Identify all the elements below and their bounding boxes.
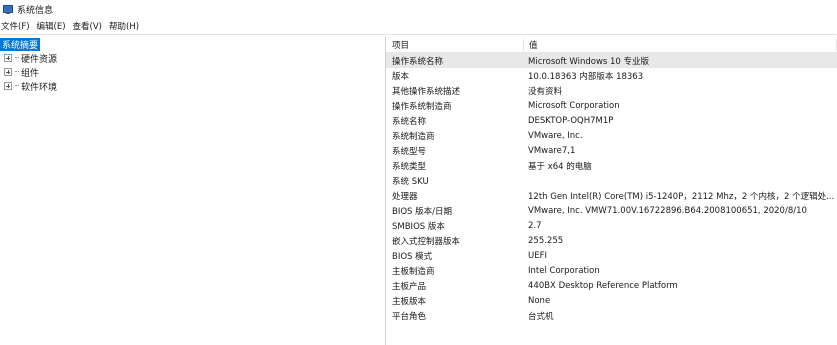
table-header: 项目 值 [386, 37, 837, 53]
tree-item-components[interactable]: 组件 [0, 65, 385, 79]
table-row[interactable]: BIOS 版本/日期 VMware, Inc. VMW71.00V.1672289… [386, 203, 837, 218]
table-body: 操作系统名称 Microsoft Windows 10 专业版版本 10.0.183… [386, 53, 837, 323]
tree-item-label: 组件 [21, 68, 40, 79]
row-value: 440BX Desktop Reference Platform [528, 280, 678, 291]
row-item: 主板版本 [392, 296, 427, 307]
row-value: 255.255 [528, 235, 564, 246]
row-value: 基于 x64 的电脑 [528, 161, 592, 172]
system-info-icon [3, 4, 13, 14]
row-item: 系统制造商 [392, 131, 435, 142]
table-row[interactable]: 系统 SKU [386, 173, 837, 188]
table-row[interactable]: 嵌入式控制器版本 255.255 [386, 233, 837, 248]
row-value: 台式机 [528, 311, 554, 322]
table-row[interactable]: 系统名称 DESKTOP-OQH7M1P [386, 113, 837, 128]
title-bar: 系统信息 [0, 0, 837, 18]
tree-item-software[interactable]: 软件环境 [0, 79, 385, 93]
row-item: 嵌入式控制器版本 [392, 236, 461, 247]
tree-connector [15, 85, 19, 87]
row-item: 版本 [392, 71, 410, 82]
category-tree: 系统摘要 硬件资源 组件 软件环境 [0, 37, 385, 345]
table-row[interactable]: 平台角色 台式机 [386, 308, 837, 323]
row-item: 系统型号 [392, 146, 427, 157]
menu-bar: 文件(F) 编辑(E) 查看(V) 帮助(H) [0, 19, 143, 32]
row-value: UEFI [528, 250, 547, 261]
tree-item-hardware[interactable]: 硬件资源 [0, 51, 385, 65]
window-title: 系统信息 [17, 5, 54, 16]
row-item: 系统类型 [392, 161, 427, 172]
row-item: 处理器 [392, 191, 418, 202]
expand-icon[interactable] [4, 68, 12, 76]
menu-file[interactable]: 文件(F) [0, 20, 34, 32]
row-value: None [528, 295, 551, 306]
table-row[interactable]: 其他操作系统描述 没有资料 [386, 83, 837, 98]
row-item: 操作系统名称 [392, 56, 444, 67]
table-row[interactable]: 主板产品 440BX Desktop Reference Platform [386, 278, 837, 293]
row-value: 12th Gen Intel(R) Core(TM) i5-1240P，2112… [528, 191, 835, 202]
table-row[interactable]: 操作系统制造商 Microsoft Corporation [386, 98, 837, 113]
table-row[interactable]: 操作系统名称 Microsoft Windows 10 专业版 [386, 53, 837, 68]
details-table: 项目 值 操作系统名称 Microsoft Windows 10 专业版版本 10.… [386, 37, 837, 323]
row-item: 系统 SKU [392, 176, 429, 187]
table-row[interactable]: 系统制造商 VMware, Inc. [386, 128, 837, 143]
column-header-value[interactable]: 值 [524, 38, 837, 51]
tree-item-label: 硬件资源 [21, 54, 58, 65]
table-row[interactable]: 主板制造商 Intel Corporation [386, 263, 837, 278]
tree-connector [15, 71, 19, 73]
tree-connector [15, 57, 19, 59]
row-item: 主板制造商 [392, 266, 435, 277]
row-value: VMware, Inc. [528, 130, 583, 141]
menu-divider [0, 34, 837, 35]
menu-help[interactable]: 帮助(H) [106, 20, 143, 32]
tree-item-system-summary[interactable]: 系统摘要 [0, 37, 385, 51]
table-row[interactable]: SMBIOS 版本 2.7 [386, 218, 837, 233]
menu-view[interactable]: 查看(V) [70, 20, 106, 32]
row-value: VMware7,1 [528, 145, 576, 156]
row-value: Microsoft Corporation [528, 100, 620, 111]
menu-edit[interactable]: 编辑(E) [34, 20, 70, 32]
row-item: 操作系统制造商 [392, 101, 452, 112]
row-value: 2.7 [528, 220, 542, 231]
tree-item-label: 软件环境 [21, 82, 58, 93]
row-value: 10.0.18363 内部版本 18363 [528, 71, 644, 82]
row-value: VMware, Inc. VMW71.00V.16722896.B64.2008… [528, 205, 807, 216]
row-item: 系统名称 [392, 116, 427, 127]
expand-icon[interactable] [4, 54, 12, 62]
row-item: BIOS 版本/日期 [392, 206, 452, 217]
row-value: Microsoft Windows 10 专业版 [528, 56, 650, 67]
table-row[interactable]: 版本 10.0.18363 内部版本 18363 [386, 68, 837, 83]
column-header-item[interactable]: 项目 [386, 38, 524, 51]
expand-icon[interactable] [4, 82, 12, 90]
table-row[interactable]: 系统类型 基于 x64 的电脑 [386, 158, 837, 173]
row-value: Intel Corporation [528, 265, 600, 276]
table-row[interactable]: 系统型号 VMware7,1 [386, 143, 837, 158]
row-item: 平台角色 [392, 311, 427, 322]
table-row[interactable]: BIOS 模式 UEFI [386, 248, 837, 263]
table-row[interactable]: 主板版本 None [386, 293, 837, 308]
row-item: SMBIOS 版本 [392, 221, 445, 232]
row-item: 主板产品 [392, 281, 427, 292]
row-value: 没有资料 [528, 86, 563, 97]
row-value: DESKTOP-OQH7M1P [528, 115, 614, 126]
row-item: BIOS 模式 [392, 251, 433, 262]
table-row[interactable]: 处理器 12th Gen Intel(R) Core(TM) i5-1240P，2… [386, 188, 837, 203]
row-item: 其他操作系统描述 [392, 86, 461, 97]
tree-item-label: 系统摘要 [0, 37, 41, 51]
